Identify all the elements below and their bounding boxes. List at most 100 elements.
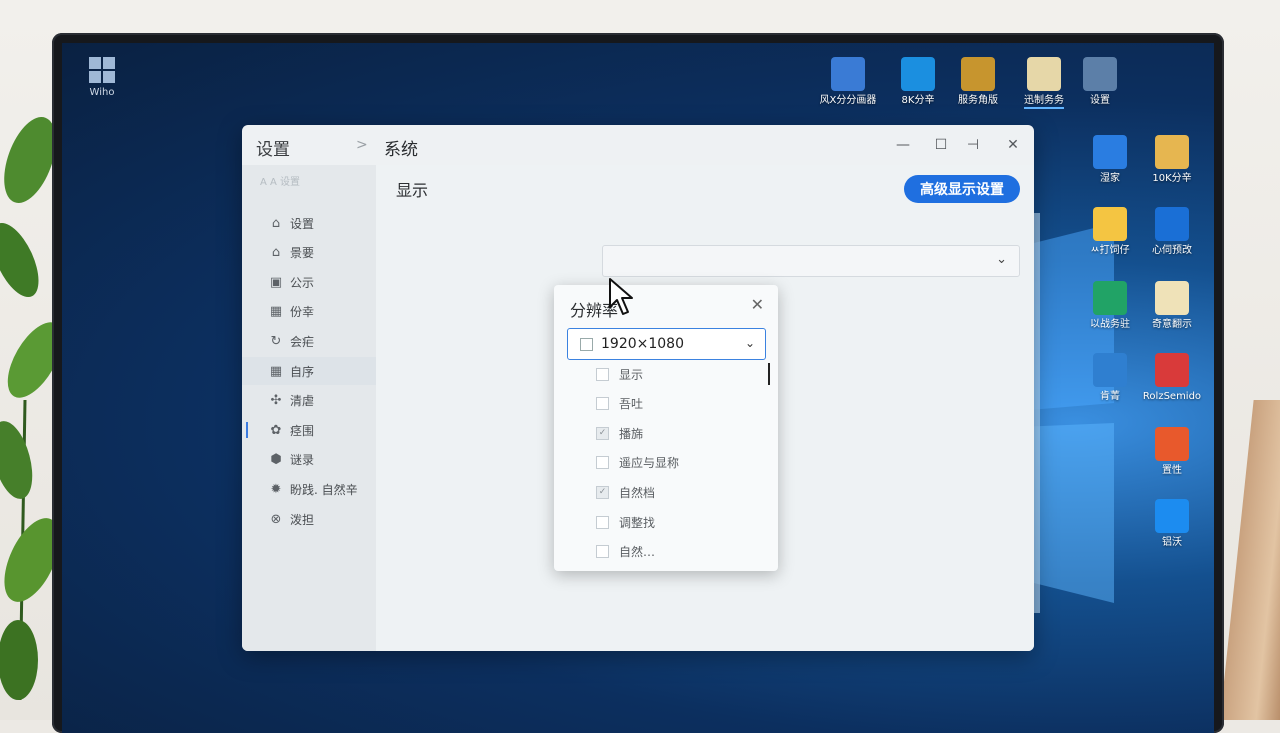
sidebar-item[interactable]: ✹ 盼践. 自然辛 <box>242 475 376 503</box>
display-app-icon <box>901 57 935 91</box>
grid-icon: ▦ <box>269 304 283 320</box>
close-app-icon <box>1155 427 1189 461</box>
desktop-icon-label: RolzSemido <box>1142 391 1202 402</box>
desktop-icon[interactable]: 心伺预改 <box>1136 207 1208 257</box>
checkbox[interactable] <box>596 397 609 411</box>
shield-app-icon <box>1155 207 1189 241</box>
desktop-icon[interactable]: 服务角版 <box>942 57 1014 107</box>
sidebar-item[interactable]: ▦ 份幸 <box>242 298 376 326</box>
snap-button[interactable]: ⊣ <box>958 133 988 157</box>
resolution-dropdown[interactable]: 1920×1080 ⌄ <box>567 328 766 360</box>
desktop-icon-label: 服务角版 <box>958 95 998 106</box>
option-label: 自然… <box>619 545 656 560</box>
desktop-icon-label: 置性 <box>1162 465 1182 476</box>
resolution-option[interactable]: 自然… <box>596 541 655 563</box>
checkbox[interactable]: ✓ <box>596 485 609 499</box>
sidebar-item[interactable]: ⌂ 景要 <box>242 239 376 267</box>
home-icon: ⌂ <box>271 215 281 231</box>
sidebar-item[interactable]: ⊗ 泼担 <box>242 505 376 533</box>
minimize-button[interactable]: — <box>888 133 918 157</box>
presentation-icon <box>831 57 865 91</box>
sidebar-item-label: 自序 <box>290 364 315 379</box>
desktop-screen: Wiho 风X分分画器 8K分辛 服务角版 迅制务务 设置 湿家 10K分辛 ㅆ打饲仔 心伺预… <box>62 43 1214 733</box>
sidebar-item-label: 清虐 <box>290 394 315 409</box>
checkbox[interactable] <box>596 545 609 559</box>
resolution-option[interactable]: 显示 <box>596 363 643 385</box>
sidebar-item[interactable]: ↻ 会疟 <box>242 327 376 355</box>
mouse-cursor-icon <box>609 278 633 315</box>
checkbox[interactable] <box>596 367 609 381</box>
folder-icon <box>1155 135 1189 169</box>
desktop-icon-label: 湿家 <box>1100 173 1120 184</box>
desktop-icon-label: 铝沃 <box>1162 537 1182 548</box>
desktop-icon-label: 设置 <box>1090 95 1110 106</box>
desktop-icon[interactable]: RolzSemido <box>1136 353 1208 403</box>
checkbox[interactable] <box>580 337 593 351</box>
display-select[interactable]: ⌄ <box>602 245 1020 277</box>
sidebar-item-label: 份幸 <box>290 305 315 320</box>
cloud-app-icon <box>1155 499 1189 533</box>
sidebar-item-label: 会疟 <box>290 334 315 349</box>
sidebar-item-label: 痉围 <box>290 423 315 438</box>
settings-window: 设置 > 系统 — ☐ ⊣ ✕ A A 设置 ⌂ 设置 ⌂ 景要 ▣ 公示 ▦ 份幸 ↻ 会疟 ▦ 自… <box>242 125 1034 651</box>
desktop-icon[interactable]: 10K分辛 <box>1136 135 1208 185</box>
sidebar-item[interactable]: ⬢ 谜录 <box>242 446 376 474</box>
checkbox[interactable]: ✓ <box>596 426 609 440</box>
resolution-popup: 分辨率 ✕ 1920×1080 ⌄ 显示 吾吐 ✓ 播旆 遥应与显称 ✓ 自然档 调整找 自然… <box>554 285 778 571</box>
desktop-icon-label: 迅制务务 <box>1024 95 1064 109</box>
sidebar-item[interactable]: ▦ 自序 <box>242 357 376 385</box>
close-window-button[interactable]: ✕ <box>998 133 1028 157</box>
desktop-icon-label: 以战务驻 <box>1090 319 1130 330</box>
desktop-icon-label: 风X分分画器 <box>819 95 877 106</box>
update-icon: ⊗ <box>270 511 282 527</box>
resolution-option[interactable]: ✓ 播旆 <box>596 422 643 444</box>
resolution-option[interactable]: ✓ 自然档 <box>596 481 655 503</box>
sidebar-item-label: 谜录 <box>290 453 315 468</box>
apps-icon: ✣ <box>270 393 282 409</box>
desktop-icon-label: Wiho <box>89 87 115 98</box>
sidebar-item[interactable]: ✿ 痉围 <box>242 416 376 444</box>
gear-icon: ✹ <box>270 481 282 497</box>
breadcrumb-separator: > <box>356 137 368 153</box>
chart-app-icon <box>961 57 995 91</box>
desktop-icon[interactable]: 置性 <box>1136 427 1208 477</box>
desktop-icon-label: 8K分辛 <box>901 95 935 106</box>
shield-icon: ⬢ <box>270 452 282 468</box>
monitor-icon: ▣ <box>269 274 283 290</box>
desktop-icon-wiho[interactable]: Wiho <box>82 57 122 98</box>
desktop-icon-label: ㅆ打饲仔 <box>1090 245 1130 256</box>
display-section-title: 显示 <box>396 181 429 200</box>
sidebar-item[interactable]: ▣ 公示 <box>242 268 376 296</box>
close-icon[interactable]: ✕ <box>751 295 764 314</box>
option-label: 吾吐 <box>619 397 644 412</box>
sidebar-item-label: 公示 <box>290 275 315 290</box>
title-bar[interactable]: 设置 > 系统 — ☐ ⊣ ✕ <box>242 125 1034 165</box>
maximize-button[interactable]: ☐ <box>926 133 956 157</box>
file-icon <box>1155 281 1189 315</box>
resolution-option[interactable]: 遥应与显称 <box>596 452 679 474</box>
page-title: 系统 <box>384 140 418 160</box>
desktop-icon[interactable]: 风X分分画器 <box>812 57 884 107</box>
sync-icon: ↻ <box>270 333 282 349</box>
sidebar-item-label: 盼践. 自然辛 <box>290 482 358 497</box>
desktop-icon[interactable]: 铝沃 <box>1136 499 1208 549</box>
sidebar-item[interactable]: ✣ 清虐 <box>242 387 376 415</box>
option-label: 调整找 <box>619 515 656 530</box>
advanced-display-settings-button[interactable]: 高级显示设置 <box>904 175 1020 203</box>
windows-icon <box>89 57 115 83</box>
option-label: 播旆 <box>619 426 644 441</box>
option-label: 自然档 <box>619 485 656 500</box>
desktop-icon[interactable]: 奇意翻示 <box>1136 281 1208 331</box>
option-label: 遥应与显称 <box>619 456 680 471</box>
pdf-icon <box>1155 353 1189 387</box>
sidebar-item-label: 设置 <box>290 216 315 231</box>
desktop-icon[interactable]: 设置 <box>1064 57 1136 107</box>
network-icon <box>1093 135 1127 169</box>
checkbox[interactable] <box>596 515 609 529</box>
sidebar-item[interactable]: ⌂ 设置 <box>242 209 376 237</box>
checkbox[interactable] <box>596 456 609 470</box>
resolution-option[interactable]: 调整找 <box>596 511 655 533</box>
text-caret <box>768 363 770 385</box>
resolution-option[interactable]: 吾吐 <box>596 393 643 415</box>
settings-app-icon <box>1083 57 1117 91</box>
